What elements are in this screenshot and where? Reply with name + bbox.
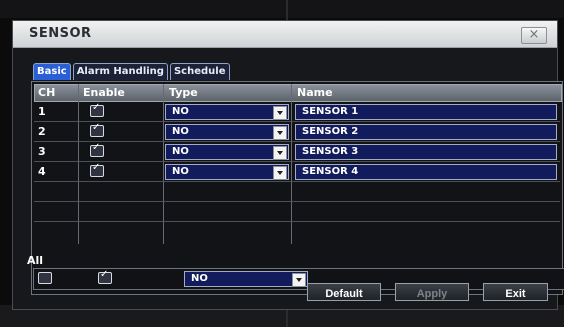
type-select[interactable]: NO <box>165 104 289 120</box>
name-value: SENSOR 4 <box>302 166 359 177</box>
exit-button[interactable]: Exit <box>483 283 548 301</box>
background-divider-top <box>286 0 288 20</box>
all-type-select[interactable]: NO <box>184 271 308 287</box>
table-row: 3 ✓ NO SENSOR 3 <box>34 142 560 162</box>
tab-alarm-handling[interactable]: Alarm Handling <box>72 63 168 80</box>
check-icon: ✓ <box>92 162 101 173</box>
dropdown-arrow-icon[interactable] <box>292 273 306 287</box>
name-value: SENSOR 1 <box>302 106 359 117</box>
type-select[interactable]: NO <box>165 144 289 160</box>
type-select[interactable]: NO <box>165 124 289 140</box>
empty-table-row <box>34 202 560 222</box>
name-field[interactable]: SENSOR 3 <box>295 144 557 160</box>
check-icon: ✓ <box>92 142 101 153</box>
table-header: CH Enable Type Name <box>34 84 562 102</box>
header-ch: CH <box>38 86 56 99</box>
all-label: All <box>27 254 44 267</box>
all-select-checkbox[interactable] <box>38 272 52 284</box>
check-icon: ✓ <box>92 122 101 133</box>
background-top-band <box>0 0 564 18</box>
channel-number: 1 <box>38 105 46 118</box>
dropdown-arrow-icon[interactable] <box>273 126 287 140</box>
type-select[interactable]: NO <box>165 164 289 180</box>
enable-checkbox[interactable]: ✓ <box>90 102 104 117</box>
dropdown-arrow-icon[interactable] <box>273 146 287 160</box>
empty-table-row <box>34 182 560 202</box>
name-field[interactable]: SENSOR 2 <box>295 124 557 140</box>
sensor-window: SENSOR × Basic Alarm Handling Schedule C… <box>12 20 564 310</box>
tab-basic[interactable]: Basic <box>33 63 71 80</box>
dropdown-arrow-icon[interactable] <box>273 106 287 120</box>
check-icon: ✓ <box>92 102 101 113</box>
title-bar: SENSOR × <box>13 21 557 48</box>
table-row: 4 ✓ NO SENSOR 4 <box>34 162 560 182</box>
name-value: SENSOR 3 <box>302 146 359 157</box>
apply-button[interactable]: Apply <box>395 283 469 301</box>
type-value: NO <box>172 126 189 137</box>
all-enable-checkbox[interactable]: ✓ <box>98 269 112 284</box>
enable-checkbox[interactable]: ✓ <box>90 122 104 137</box>
dropdown-arrow-icon[interactable] <box>273 166 287 180</box>
default-button[interactable]: Default <box>307 283 381 301</box>
enable-checkbox[interactable]: ✓ <box>90 142 104 157</box>
check-icon: ✓ <box>100 269 109 280</box>
name-field[interactable]: SENSOR 4 <box>295 164 557 180</box>
header-name: Name <box>297 86 333 99</box>
name-value: SENSOR 2 <box>302 126 359 137</box>
close-button[interactable]: × <box>521 27 547 44</box>
type-value: NO <box>172 166 189 177</box>
sensor-table-panel: CH Enable Type Name 1 ✓ NO SENSOR 1 2 ✓ … <box>31 81 563 295</box>
background-divider-bottom <box>286 308 288 327</box>
table-row: 1 ✓ NO SENSOR 1 <box>34 102 560 122</box>
channel-number: 4 <box>38 165 46 178</box>
header-type: Type <box>169 86 198 99</box>
all-type-value: NO <box>191 273 208 284</box>
name-field[interactable]: SENSOR 1 <box>295 104 557 120</box>
header-enable: Enable <box>83 86 125 99</box>
type-value: NO <box>172 146 189 157</box>
table-row: 2 ✓ NO SENSOR 2 <box>34 122 560 142</box>
close-icon: × <box>528 27 540 42</box>
tab-schedule[interactable]: Schedule <box>169 63 230 80</box>
enable-checkbox[interactable]: ✓ <box>90 162 104 177</box>
tab-bar: Basic Alarm Handling Schedule <box>33 63 230 81</box>
window-title: SENSOR <box>29 26 92 41</box>
channel-number: 2 <box>38 125 46 138</box>
channel-number: 3 <box>38 145 46 158</box>
empty-table-row <box>34 222 560 241</box>
type-value: NO <box>172 106 189 117</box>
